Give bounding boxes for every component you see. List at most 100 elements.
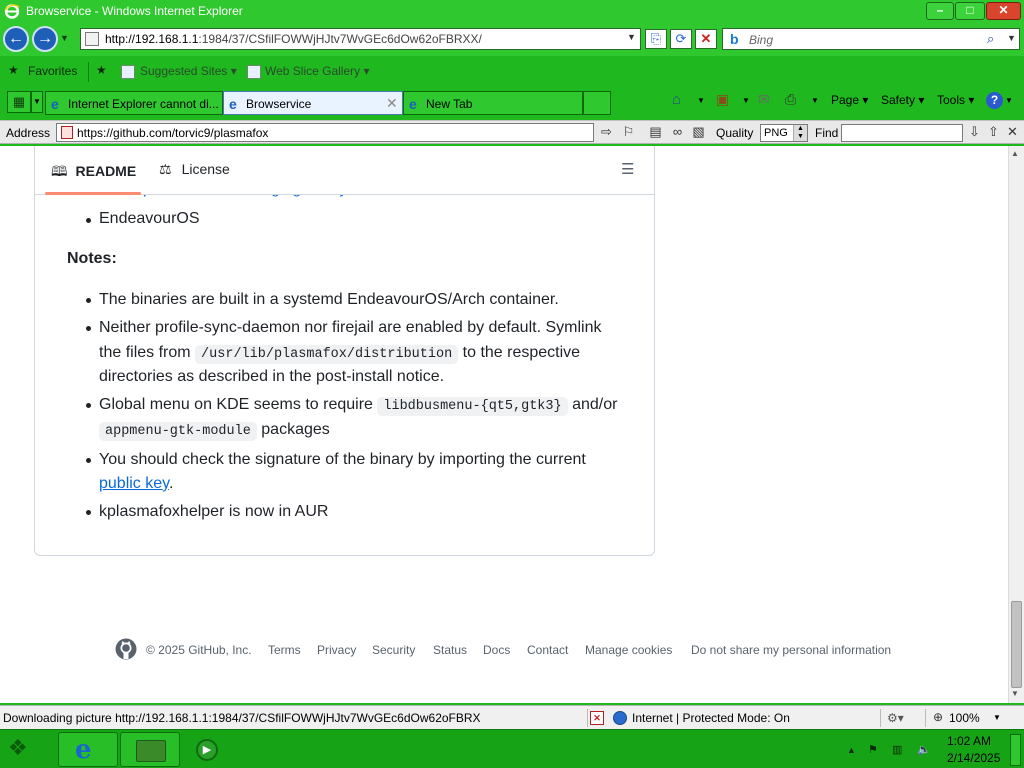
security-zone[interactable]: Internet | Protected Mode: On [632,711,790,725]
find-previous-icon[interactable]: ⇧ [985,124,1002,141]
footer-link-manage-cookies[interactable]: Manage cookies [585,643,672,657]
tools-menu[interactable]: Tools ▾ [937,93,974,107]
status-divider [880,709,881,727]
note-text: packages [261,421,330,438]
clock-date[interactable]: 2/14/2025 [947,751,1000,765]
feeds-dropdown-icon[interactable]: ▼ [742,96,750,105]
tab-readme[interactable]: 🕮 README [51,161,136,185]
vertical-scrollbar[interactable]: ▲ ▼ [1008,146,1024,703]
quality-select[interactable]: PNG ▲ ▼ [760,124,808,142]
minimize-button[interactable]: – [926,2,954,20]
status-divider [587,709,588,727]
footer-link-status[interactable]: Status [433,643,467,657]
tab-license-label: License [181,161,230,177]
suggested-sites-link[interactable]: Suggested Sites ▾ [140,64,237,78]
footer-link-do-not-share[interactable]: Do not share my personal information [691,643,891,657]
note-text: . [168,475,174,492]
stop-icon[interactable]: ✕ [695,29,717,49]
help-icon[interactable]: ? [986,92,1003,109]
refresh-icon[interactable]: ⟳ [670,29,692,49]
clock-time[interactable]: 1:02 AM [947,734,991,748]
maximize-button[interactable]: □ [955,2,985,20]
home-dropdown-icon[interactable]: ▼ [697,96,705,105]
clipboard-icon[interactable]: ▧ [690,124,707,141]
address-host: http://192.168.1.1 [105,32,199,46]
forward-button[interactable]: → [32,26,58,52]
note-item-line: public key. [99,472,173,497]
favorites-star-icon[interactable]: ★ [8,63,19,77]
page-icon [85,32,99,46]
address-bar[interactable]: http://192.168.1.1:1984/37/CSfilFOWWjHJt… [80,28,641,50]
favorites-divider [88,62,89,82]
media-player-icon[interactable]: ▶ [196,739,218,761]
scroll-down-icon[interactable]: ▼ [1011,689,1019,698]
show-desktop-button[interactable] [1010,734,1021,766]
taskbar-windows-explorer[interactable] [120,732,180,767]
search-box[interactable]: b Bing ⌕ ▼ [722,28,1020,50]
print-icon[interactable]: ⎙ [785,91,796,108]
readme-header: 🕮 README ⚖ License ☰ [35,146,654,195]
github-logo-icon[interactable] [115,638,137,660]
popup-blocker-icon[interactable]: ⚙▾ [887,711,904,725]
footer-link-terms[interactable]: Terms [268,643,301,657]
endeavouros-link[interactable]: EndeavourOS [99,207,200,232]
scale-icon: ⚖ [159,161,172,177]
zoom-icon[interactable]: ⊕ [933,710,943,724]
web-slice-gallery-link[interactable]: Web Slice Gallery ▾ [265,64,370,78]
favorites-button[interactable]: Favorites [28,64,77,78]
footer-link-contact[interactable]: Contact [527,643,568,657]
zoom-level[interactable]: 100% [949,711,980,725]
recent-pages-dropdown[interactable]: ▼ [60,33,69,43]
note-text: the files from [99,344,191,361]
list-bullet [86,458,91,463]
suggested-sites-icon [121,65,135,79]
error-icon[interactable]: ✕ [590,711,604,725]
compatibility-view-icon[interactable]: ⎘ [645,29,667,49]
taskbar-internet-explorer[interactable]: e [58,732,118,767]
go-arrow-icon[interactable]: ⇨ [598,124,615,141]
home-icon[interactable]: ⌂ [672,91,681,108]
scroll-thumb[interactable] [1011,601,1022,688]
print-dropdown-icon[interactable]: ▼ [811,96,819,105]
safety-menu[interactable]: Safety ▾ [881,93,924,107]
scroll-up-icon[interactable]: ▲ [1011,149,1019,158]
search-icon[interactable]: ⌕ [987,31,994,47]
close-button[interactable]: ✕ [986,2,1021,20]
footer-link-privacy[interactable]: Privacy [317,643,356,657]
footer-link-docs[interactable]: Docs [483,643,510,657]
note-item-line: appmenu-gtk-module packages [99,418,330,445]
table-of-contents-icon[interactable]: ☰ [621,160,634,178]
public-key-link[interactable]: public key [99,475,169,492]
note-item: kplasmafoxhelper is now in AUR [99,503,329,520]
show-hidden-icons-icon[interactable]: ▲ [847,745,856,755]
volume-muted-icon[interactable]: 🔈 [917,743,931,756]
save-page-icon[interactable]: ▤ [647,124,664,141]
find-input[interactable] [841,124,963,142]
address-input[interactable]: https://github.com/torvic9/plasmafox [56,123,594,142]
start-button-windows-icon[interactable]: ❖ [8,735,38,763]
mail-icon[interactable]: ✉ [758,91,770,108]
find-close-icon[interactable]: ✕ [1004,124,1021,141]
footer-link-security[interactable]: Security [372,643,415,657]
add-to-favorites-icon[interactable]: ★ [96,63,107,77]
help-dropdown-icon[interactable]: ▼ [1005,96,1013,105]
browservice-toolbar: Address https://github.com/torvic9/plasm… [0,120,1024,144]
find-next-icon[interactable]: ⇩ [966,124,983,141]
network-icon[interactable]: ▥ [892,743,902,756]
page-menu[interactable]: Page ▾ [831,93,868,107]
search-options-dropdown-icon[interactable]: ▼ [1007,33,1016,43]
find-binoculars-icon[interactable]: ∞ [669,124,686,141]
quality-value: PNG [764,127,788,139]
tab-readme-label: README [75,163,137,179]
zoom-dropdown-icon[interactable]: ▼ [993,713,1001,722]
address-url[interactable]: http://192.168.1.1:1984/37/CSfilFOWWjHJt… [105,32,482,46]
list-bullet [86,403,91,408]
quality-spinner-icon[interactable]: ▲ ▼ [793,125,807,141]
action-center-flag-icon[interactable]: ⚑ [868,743,878,756]
bookmark-icon[interactable]: ⚐ [620,124,637,141]
back-button[interactable]: ← [3,26,29,52]
taskbar: ❖ e ▶ ▲ ⚑ ▥ 🔈 1:02 AM 2/14/2025 [0,729,1024,768]
tab-license[interactable]: ⚖ License [159,161,230,178]
address-dropdown-icon[interactable]: ▼ [627,32,636,42]
feeds-icon[interactable]: ▣ [716,91,729,108]
